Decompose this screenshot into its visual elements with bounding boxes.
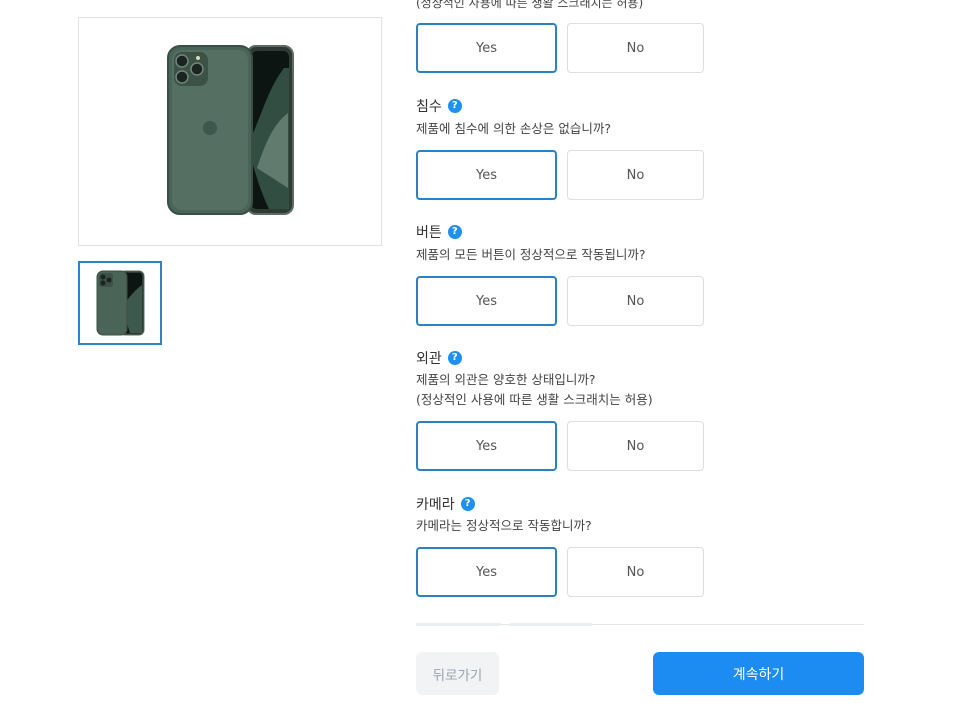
question-description: 제품의 외관은 양호한 상태입니까? [416,372,596,387]
question-title-label: 카메라 [416,497,455,513]
question-description: 카메라는 정상적으로 작동합니까? [416,518,592,533]
phone-image [167,45,294,215]
question-title-label: 외관 [416,351,442,367]
product-main-image [78,17,382,246]
question-circle-icon[interactable]: ? [460,497,475,511]
question-title-water-damage: 침수 ? [416,96,462,116]
phone-thumbnail-image [96,270,145,336]
question-circle-icon[interactable]: ? [447,351,462,365]
question-description: 제품에 침수에 의한 손상은 없습니까? [416,121,612,136]
question-circle-icon[interactable]: ? [447,99,462,113]
continue-button[interactable]: 계속하기 [653,652,864,695]
answer-no-button[interactable]: No [567,276,704,326]
answer-yes-button[interactable]: Yes [416,547,557,597]
question-title-label: 버튼 [416,225,442,241]
question-title-camera: 카메라 ? [416,494,475,514]
page: (정상적인 사용에 따른 생활 스크래치는 허용) Yes No 침수 ? 제품… [0,0,966,707]
cutoff-description: (정상적인 사용에 따른 생활 스크래치는 허용) [416,0,644,10]
answer-yes-button[interactable]: Yes [416,421,557,471]
back-button[interactable]: 뒤로가기 [416,652,499,695]
question-title-exterior: 외관 ? [416,348,462,368]
question-title-buttons: 버튼 ? [416,222,462,242]
answer-no-button[interactable]: No [567,23,704,73]
answer-yes-button[interactable]: Yes [416,23,557,73]
question-circle-icon[interactable]: ? [447,225,462,239]
question-title-label: 침수 [416,99,442,115]
divider-segment [416,623,501,626]
answer-no-button[interactable]: No [567,421,704,471]
answer-yes-button[interactable]: Yes [416,150,557,200]
question-description: 제품의 모든 버튼이 정상적으로 작동됩니까? [416,247,646,262]
divider-segment [510,623,592,626]
answer-yes-button[interactable]: Yes [416,276,557,326]
answer-no-button[interactable]: No [567,547,704,597]
question-description-note: (정상적인 사용에 따른 생활 스크래치는 허용) [416,392,653,407]
product-thumbnail[interactable] [78,261,162,345]
answer-no-button[interactable]: No [567,150,704,200]
